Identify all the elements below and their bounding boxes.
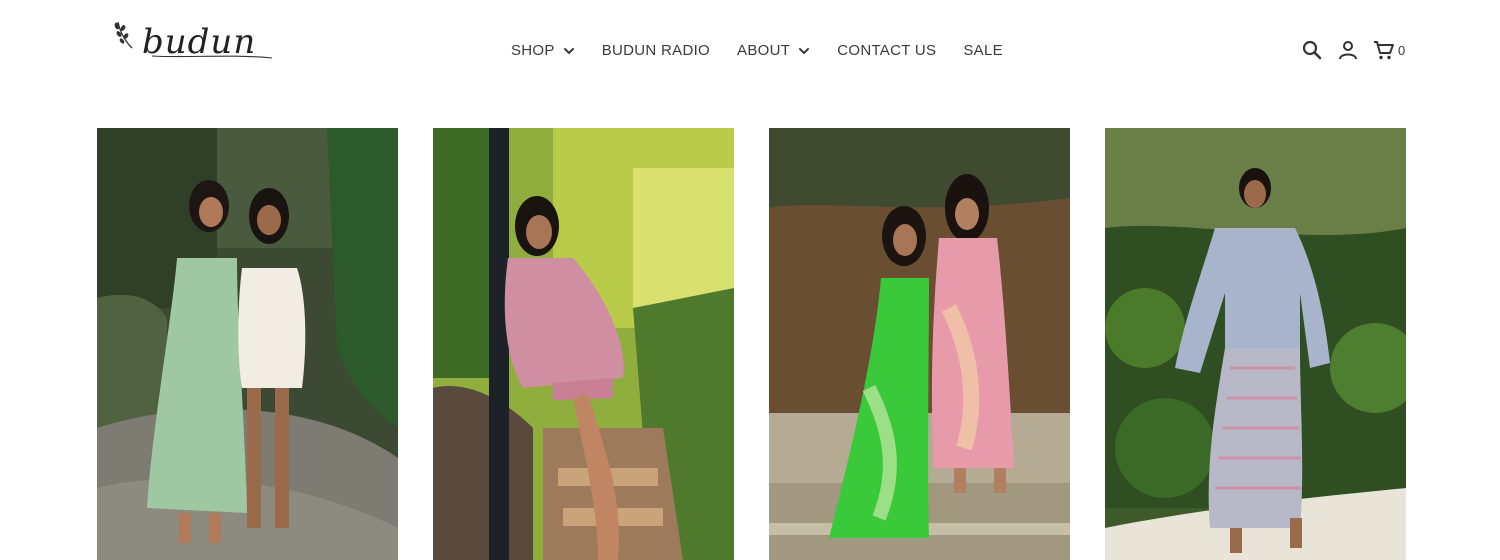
header-actions: 0 — [1300, 38, 1405, 62]
nav-label-contact-us: CONTACT US — [837, 42, 937, 59]
logo-text: budun — [142, 22, 257, 62]
chevron-down-icon — [799, 47, 810, 54]
gallery-image-3[interactable] — [769, 128, 1070, 560]
nav-label-shop: SHOP — [511, 42, 555, 59]
main-nav: SHOP BUDUN RADIO ABOUT CONTACT US SALE — [511, 42, 1003, 59]
gallery-image-1[interactable] — [97, 128, 398, 560]
nav-item-budun-radio[interactable]: BUDUN RADIO — [602, 42, 710, 59]
search-icon[interactable] — [1300, 38, 1324, 62]
gallery-image-4[interactable] — [1105, 128, 1406, 560]
nav-label-budun-radio: BUDUN RADIO — [601, 42, 711, 59]
photo-woman-striped-co-ord — [1105, 128, 1406, 560]
nav-item-sale[interactable]: SALE — [963, 42, 1003, 59]
nav-item-shop[interactable]: SHOP — [511, 42, 575, 59]
nav-label-about: ABOUT — [737, 42, 791, 59]
nav-item-about[interactable]: ABOUT — [737, 42, 810, 59]
site-header: budun SHOP BUDUN RADIO ABOUT CONTACT US … — [0, 0, 1500, 100]
gallery-image-2[interactable] — [433, 128, 734, 560]
chevron-down-icon — [563, 47, 574, 54]
lookbook-gallery — [97, 128, 1406, 560]
cart-icon[interactable] — [1372, 38, 1396, 62]
photo-women-tie-dye-dresses — [769, 128, 1070, 560]
photo-two-women-garden-path — [97, 128, 398, 560]
account-icon[interactable] — [1336, 38, 1360, 62]
brand-logo[interactable]: budun — [112, 18, 274, 66]
photo-woman-pink-suit-lamppost — [433, 128, 734, 560]
cart-count: 0 — [1398, 42, 1406, 58]
nav-label-sale: SALE — [963, 42, 1003, 59]
nav-item-contact-us[interactable]: CONTACT US — [837, 42, 936, 59]
